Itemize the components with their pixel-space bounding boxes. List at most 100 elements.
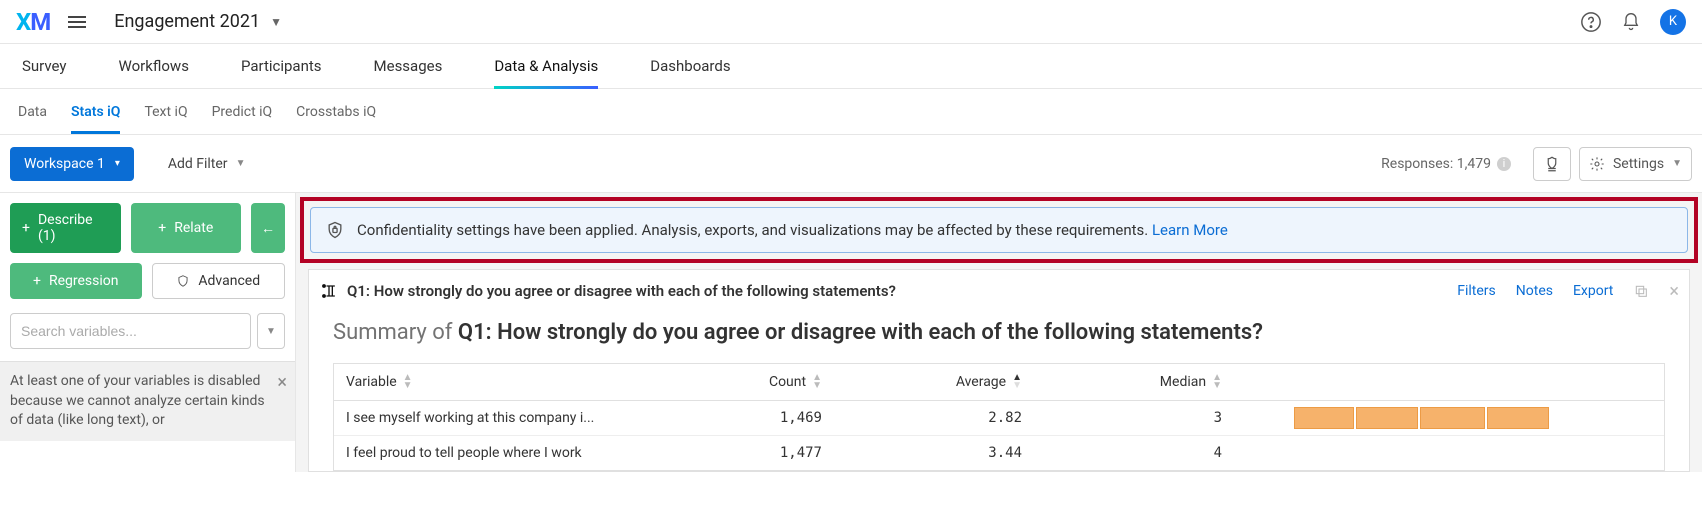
shield-lock-icon	[325, 220, 345, 240]
alert-text: Confidentiality settings have been appli…	[357, 221, 1228, 239]
cell-distribution-chart	[1234, 401, 1664, 435]
top-bar: XM Engagement 2021 ▼ K	[0, 0, 1702, 44]
summary-title: Summary of Q1: How strongly do you agree…	[309, 308, 1689, 357]
tab-workflows[interactable]: Workflows	[119, 44, 189, 88]
th-average[interactable]: Average ▲▼	[834, 364, 1034, 400]
settings-button[interactable]: Settings ▼	[1579, 147, 1692, 181]
search-variables-input[interactable]	[10, 313, 251, 349]
search-dropdown-toggle[interactable]: ▼	[257, 313, 285, 349]
tab-dashboards[interactable]: Dashboards	[650, 44, 730, 88]
cell-average: 2.82	[834, 401, 1034, 435]
close-icon[interactable]: ×	[277, 370, 287, 395]
sort-icon: ▲▼	[1212, 374, 1222, 390]
summary-table: Variable ▲▼ Count ▲▼ Average ▲▼ Median ▲…	[333, 363, 1665, 471]
subtab-text-iq[interactable]: Text iQ	[144, 91, 187, 133]
subtab-crosstabs-iq[interactable]: Crosstabs iQ	[296, 91, 376, 133]
th-count[interactable]: Count ▲▼	[634, 364, 834, 400]
card-actions: Filters Notes Export ×	[1457, 281, 1679, 302]
tab-data-analysis[interactable]: Data & Analysis	[494, 44, 598, 88]
arrow-left-icon: ←	[261, 220, 275, 237]
plus-icon: +	[158, 220, 166, 236]
notice-text: At least one of your variables is disabl…	[10, 373, 265, 428]
add-filter-button[interactable]: Add Filter ▼	[168, 156, 246, 172]
help-icon[interactable]	[1576, 7, 1606, 37]
card-question-title: Q1: How strongly do you agree or disagre…	[347, 282, 1449, 300]
main-content: Confidentiality settings have been appli…	[296, 193, 1702, 472]
th-median[interactable]: Median ▲▼	[1034, 364, 1234, 400]
toolbar: Workspace 1 ▾ Add Filter ▼ Responses: 1,…	[0, 135, 1702, 193]
hamburger-menu-icon[interactable]	[68, 16, 86, 28]
workspace-selector[interactable]: Workspace 1 ▾	[10, 147, 134, 181]
advanced-button[interactable]: Advanced	[152, 263, 286, 299]
cell-count: 1,477	[634, 436, 834, 470]
tab-messages[interactable]: Messages	[374, 44, 443, 88]
tab-participants[interactable]: Participants	[241, 44, 322, 88]
confidentiality-highlight: Confidentiality settings have been appli…	[300, 197, 1698, 263]
relate-button[interactable]: + Relate	[131, 203, 242, 253]
regression-button[interactable]: + Regression	[10, 263, 142, 299]
variable-disabled-notice: At least one of your variables is disabl…	[0, 361, 295, 441]
body: + Describe (1) + Relate ← + Regression A…	[0, 193, 1702, 472]
tab-survey[interactable]: Survey	[22, 44, 67, 88]
variable-icon	[319, 280, 339, 302]
analysis-card: Q1: How strongly do you agree or disagre…	[308, 269, 1690, 472]
project-name-label: Engagement 2021	[114, 11, 260, 32]
table-row[interactable]: I see myself working at this company i..…	[334, 401, 1664, 436]
avatar-initial: K	[1669, 14, 1677, 29]
user-avatar[interactable]: K	[1660, 9, 1686, 35]
cell-median: 3	[1034, 401, 1234, 435]
sidebar: + Describe (1) + Relate ← + Regression A…	[0, 193, 296, 472]
main-tabs: Survey Workflows Participants Messages D…	[0, 44, 1702, 89]
confidentiality-alert: Confidentiality settings have been appli…	[310, 207, 1688, 253]
sort-icon: ▲▼	[403, 374, 413, 390]
duplicate-icon[interactable]	[1633, 283, 1649, 299]
project-selector[interactable]: Engagement 2021 ▼	[114, 11, 282, 32]
logo-x: X	[16, 8, 30, 36]
xm-logo[interactable]: XM	[16, 8, 50, 36]
chevron-down-icon: ▼	[266, 326, 276, 337]
sort-icon: ▲▼	[812, 374, 822, 390]
cell-variable: I see myself working at this company i..…	[334, 401, 634, 435]
describe-button[interactable]: + Describe (1)	[10, 203, 121, 253]
relate-back-button[interactable]: ←	[251, 203, 285, 253]
chevron-down-icon: ▼	[236, 158, 246, 169]
cell-average: 3.44	[834, 436, 1034, 470]
plus-icon: +	[33, 273, 41, 289]
cell-variable: I feel proud to tell people where I work	[334, 436, 634, 470]
shield-icon	[176, 274, 190, 288]
card-filters-link[interactable]: Filters	[1457, 283, 1496, 299]
card-export-link[interactable]: Export	[1573, 283, 1613, 299]
close-card-icon[interactable]: ×	[1669, 281, 1679, 302]
settings-label: Settings	[1613, 156, 1664, 172]
chevron-down-icon: ▼	[270, 15, 282, 29]
learning-icon-button[interactable]	[1533, 147, 1571, 181]
subtab-data[interactable]: Data	[18, 91, 47, 133]
subtab-stats-iq[interactable]: Stats iQ	[71, 91, 120, 133]
table-header-row: Variable ▲▼ Count ▲▼ Average ▲▼ Median ▲…	[334, 364, 1664, 401]
table-row[interactable]: I feel proud to tell people where I work…	[334, 436, 1664, 470]
advanced-label: Advanced	[198, 273, 260, 289]
cell-count: 1,469	[634, 401, 834, 435]
learn-more-link[interactable]: Learn More	[1152, 221, 1228, 239]
logo-m: M	[30, 8, 50, 36]
responses-count: Responses: 1,479 i	[1381, 156, 1511, 172]
plus-icon: +	[22, 220, 30, 236]
th-variable[interactable]: Variable ▲▼	[334, 364, 634, 400]
relate-label: Relate	[174, 220, 213, 236]
sub-tabs: Data Stats iQ Text iQ Predict iQ Crossta…	[0, 89, 1702, 135]
th-chart	[1234, 364, 1664, 400]
subtab-predict-iq[interactable]: Predict iQ	[212, 91, 273, 133]
cell-distribution-chart	[1234, 436, 1664, 470]
card-header: Q1: How strongly do you agree or disagre…	[309, 270, 1689, 308]
chevron-down-icon: ▾	[115, 158, 120, 169]
responses-label: Responses: 1,479	[1381, 156, 1491, 172]
info-icon[interactable]: i	[1497, 157, 1511, 171]
card-notes-link[interactable]: Notes	[1516, 283, 1553, 299]
workspace-label: Workspace 1	[24, 156, 105, 172]
gear-icon	[1589, 156, 1605, 172]
add-filter-label: Add Filter	[168, 156, 228, 172]
regression-label: Regression	[49, 273, 119, 289]
notifications-icon[interactable]	[1616, 7, 1646, 37]
describe-label: Describe (1)	[38, 212, 109, 244]
chevron-down-icon: ▼	[1672, 158, 1682, 169]
